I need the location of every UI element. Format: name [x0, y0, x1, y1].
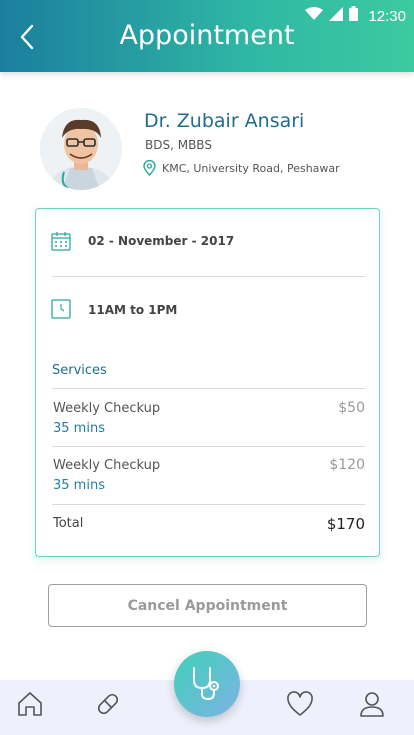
app-header: 12:30 Appointment — [0, 0, 414, 72]
page-title: Appointment — [119, 20, 295, 51]
service-duration: 35 mins — [53, 478, 105, 493]
divider — [52, 504, 365, 505]
pill-icon — [97, 693, 119, 715]
doctor-location: KMC, University Road, Peshawar — [143, 160, 340, 176]
service-name: Weekly Checkup — [53, 401, 161, 416]
doctor-location-text: KMC, University Road, Peshawar — [162, 161, 340, 175]
clock-icon — [51, 299, 71, 319]
heart-icon — [287, 691, 313, 716]
tab-home[interactable] — [14, 688, 46, 720]
doctor-degree: BDS, MBBS — [145, 138, 212, 152]
services-title: Services — [52, 363, 107, 378]
divider — [52, 388, 365, 389]
total-value: $170 — [326, 515, 365, 533]
doctor-info: Dr. Zubair Ansari BDS, MBBS KMC, Univers… — [40, 108, 380, 190]
cancel-appointment-button[interactable]: Cancel Appointment — [48, 584, 367, 627]
service-price: $50 — [338, 400, 365, 416]
appointment-time: 11AM to 1PM — [88, 303, 178, 317]
total-label: Total — [53, 516, 84, 531]
location-pin-icon — [143, 160, 156, 176]
divider — [52, 276, 365, 277]
tab-favorites[interactable] — [284, 688, 316, 720]
service-duration: 35 mins — [53, 421, 105, 436]
service-price: $120 — [329, 457, 365, 473]
tab-profile[interactable] — [356, 688, 388, 720]
tab-medicine[interactable] — [92, 688, 124, 720]
calendar-icon — [51, 231, 71, 251]
divider — [52, 446, 365, 447]
appointment-date: 02 - November - 2017 — [88, 234, 235, 248]
doctor-name: Dr. Zubair Ansari — [144, 110, 305, 132]
appointment-card: 02 - November - 2017 11AM to 1PM Service… — [35, 208, 380, 557]
doctor-avatar — [40, 108, 122, 190]
doctor-fab-button[interactable] — [174, 651, 240, 717]
home-icon — [18, 692, 42, 716]
stethoscope-icon — [193, 667, 219, 701]
user-icon — [360, 692, 384, 717]
service-name: Weekly Checkup — [53, 458, 161, 473]
